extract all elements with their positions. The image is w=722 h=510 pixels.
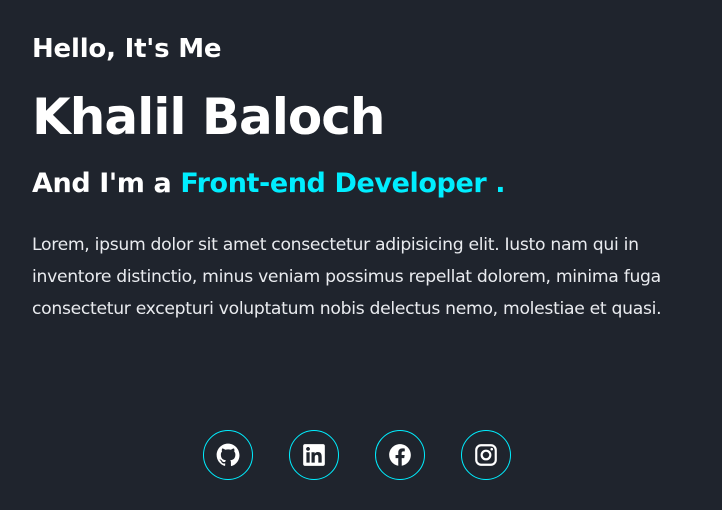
role-highlight: Front-end Developer . — [180, 168, 506, 199]
intro-paragraph: Lorem, ipsum dolor sit amet consectetur … — [32, 235, 662, 319]
linkedin-link[interactable] — [289, 430, 339, 480]
facebook-link[interactable] — [375, 430, 425, 480]
role-prefix: And I'm a — [32, 168, 172, 199]
instagram-icon — [475, 444, 497, 466]
instagram-link[interactable] — [461, 430, 511, 480]
facebook-icon — [389, 444, 411, 466]
role-text: And I'm a Front-end Developer . — [32, 168, 506, 199]
github-icon — [216, 443, 240, 467]
linkedin-icon — [303, 444, 325, 466]
github-link[interactable] — [203, 430, 253, 480]
social-links — [203, 430, 511, 480]
greeting-text: Hello, It's Me — [32, 34, 222, 64]
name-heading: Khalil Baloch — [32, 88, 385, 146]
